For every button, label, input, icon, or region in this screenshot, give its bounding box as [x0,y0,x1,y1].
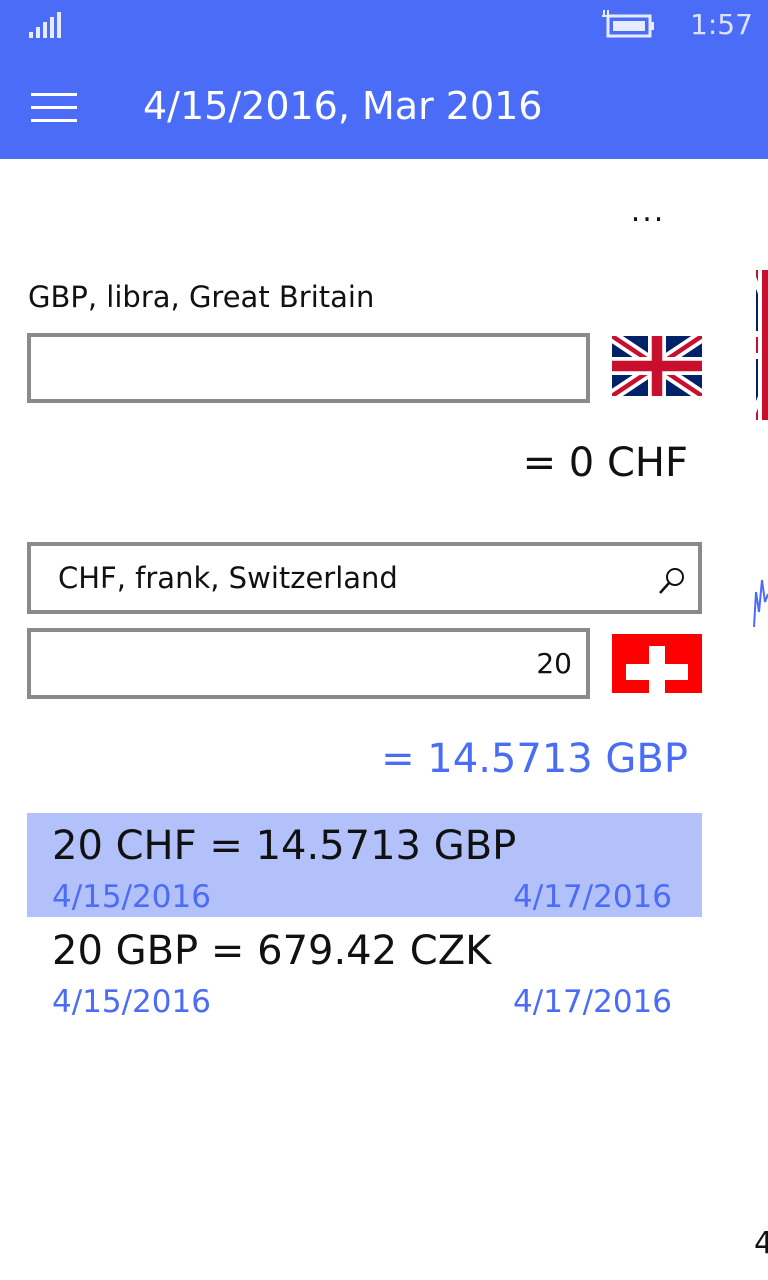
target-conversion-result: = 14.5713 GBP [381,736,688,782]
signal-strength-icon [29,12,63,38]
target-amount-input[interactable] [27,628,590,699]
page-title: 4/15/2016, Mar 2016 [143,84,543,128]
history-date-from: 4/15/2016 [52,879,211,915]
search-icon[interactable] [657,566,687,596]
next-page-text-peek: 4 [754,1226,768,1261]
history-date-to: 4/17/2016 [513,879,672,915]
switzerland-flag-icon[interactable] [612,634,702,693]
app-header: 1:57 4/15/2016, Mar 2016 [0,0,768,159]
target-currency-search[interactable]: CHF, frank, Switzerland [27,542,702,614]
history-date-to: 4/17/2016 [513,984,672,1020]
source-currency-label: GBP, libra, Great Britain [28,280,375,314]
app-screen: 1:57 4/15/2016, Mar 2016 ... GBP, libra,… [0,0,768,1280]
history-conversion: 20 CHF = 14.5713 GBP [52,823,517,869]
next-page-flag-peek [756,270,768,420]
history-conversion: 20 GBP = 679.42 CZK [52,928,492,974]
history-list-item[interactable]: 20 CHF = 14.5713 GBP 4/15/2016 4/17/2016 [27,813,702,917]
hamburger-menu-icon[interactable] [31,93,77,123]
more-options-button[interactable]: ... [620,192,676,232]
source-amount-input[interactable] [27,333,590,403]
battery-charging-icon [602,10,654,38]
status-time: 1:57 [690,8,753,41]
history-date-from: 4/15/2016 [52,984,211,1020]
next-page-chart-peek [753,579,768,628]
history-list-item[interactable]: 20 GBP = 679.42 CZK 4/15/2016 4/17/2016 [27,918,702,1022]
uk-flag-icon[interactable] [612,336,702,396]
source-conversion-result: = 0 CHF [522,440,688,486]
target-currency-text: CHF, frank, Switzerland [58,561,398,595]
